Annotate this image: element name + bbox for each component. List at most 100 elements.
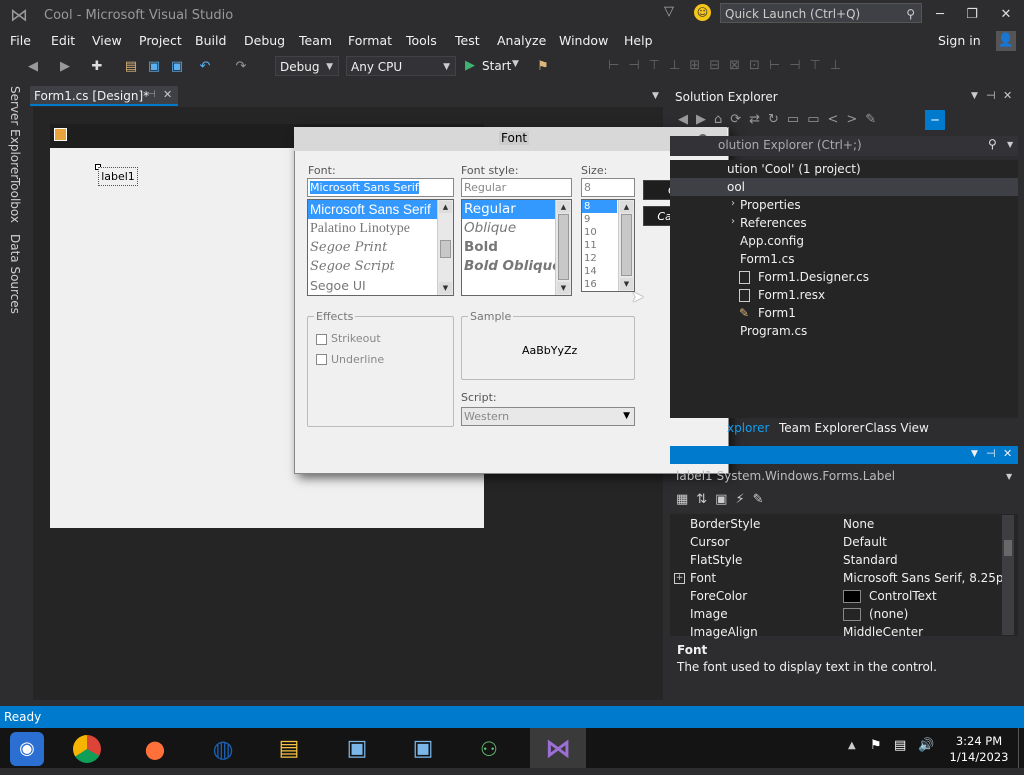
forward-icon[interactable]: ▶ bbox=[56, 58, 74, 76]
size-item[interactable]: 8 bbox=[582, 200, 617, 213]
prop-value-image[interactable]: (none) bbox=[869, 607, 908, 621]
underline-checkbox[interactable] bbox=[316, 354, 327, 365]
tab-form1-design[interactable]: Form1.cs [Design]* bbox=[30, 86, 178, 106]
tab-class-view[interactable]: Class View bbox=[865, 421, 929, 435]
sign-in-link[interactable]: Sign in bbox=[938, 33, 981, 48]
restore-button[interactable]: ❐ bbox=[960, 5, 984, 25]
property-grid-scrollbar[interactable] bbox=[1002, 515, 1014, 635]
configuration-dropdown[interactable]: Debug ▼ bbox=[275, 56, 339, 76]
scroll-thumb[interactable] bbox=[440, 240, 451, 258]
media-app-icon[interactable]: ◉ bbox=[10, 732, 44, 766]
tree-item-form1-class[interactable]: Form1 bbox=[758, 306, 796, 320]
data-sources-tab[interactable]: Data Sources bbox=[8, 234, 22, 314]
menu-view[interactable]: View bbox=[92, 33, 122, 48]
account-icon[interactable]: 👤 bbox=[996, 31, 1016, 51]
show-hidden-icons-icon[interactable]: ▲ bbox=[848, 740, 856, 751]
firefox-icon[interactable]: ● bbox=[138, 732, 172, 766]
toolbox-tab[interactable]: Toolbox bbox=[8, 178, 22, 223]
properties-object-selector[interactable]: label1 System.Windows.Forms.Label bbox=[676, 469, 895, 483]
search-options-icon[interactable]: ▼ bbox=[1007, 140, 1013, 149]
font-list[interactable]: Microsoft Sans Serif Palatino Linotype S… bbox=[307, 199, 454, 296]
network-icon[interactable]: ▤ bbox=[894, 738, 906, 753]
font-item-microsoft-sans-serif[interactable]: Microsoft Sans Serif bbox=[308, 200, 453, 219]
network-app-icon[interactable]: ▣ bbox=[340, 732, 374, 766]
expand-icon[interactable]: + bbox=[674, 573, 685, 584]
menu-edit[interactable]: Edit bbox=[51, 33, 75, 48]
volume-icon[interactable]: 🔊 bbox=[918, 738, 934, 753]
menu-build[interactable]: Build bbox=[195, 33, 226, 48]
font-style-list[interactable]: Regular Oblique Bold Bold Oblique ▲ ▼ bbox=[461, 199, 572, 296]
filter-icon[interactable]: ▽ bbox=[664, 4, 674, 19]
show-desktop-button[interactable] bbox=[1018, 728, 1024, 768]
network-app-2-icon[interactable]: ▣ bbox=[406, 732, 440, 766]
scroll-up-icon[interactable]: ▲ bbox=[557, 201, 570, 213]
tree-item-form1-designer[interactable]: Form1.Designer.cs bbox=[758, 270, 869, 284]
close-tab-icon[interactable]: ✕ bbox=[163, 88, 172, 101]
chrome-icon[interactable] bbox=[70, 732, 104, 766]
taskbar-clock[interactable]: 3:24 PM 1/14/2023 bbox=[942, 733, 1016, 765]
menu-help[interactable]: Help bbox=[624, 33, 653, 48]
close-panel-icon[interactable]: ✕ bbox=[1003, 447, 1012, 460]
tree-item-program-cs[interactable]: Program.cs bbox=[740, 324, 807, 338]
close-panel-icon[interactable]: ✕ bbox=[1003, 89, 1012, 102]
panel-menu-icon[interactable]: ▼ bbox=[971, 91, 978, 101]
menu-file[interactable]: File bbox=[10, 33, 31, 48]
scroll-thumb[interactable] bbox=[558, 214, 569, 280]
font-list-scrollbar[interactable]: ▲ ▼ bbox=[437, 200, 453, 295]
file-explorer-icon[interactable]: ▤ bbox=[272, 732, 306, 766]
globe-app-icon[interactable]: ◍ bbox=[206, 732, 240, 766]
menu-debug[interactable]: Debug bbox=[244, 33, 285, 48]
prop-value-imagealign[interactable]: MiddleCenter bbox=[843, 625, 923, 639]
menu-test[interactable]: Test bbox=[455, 33, 480, 48]
visual-studio-taskbar-icon[interactable]: ⋈ bbox=[541, 732, 575, 766]
menu-window[interactable]: Window bbox=[559, 33, 608, 48]
save-all-icon[interactable]: ▣ bbox=[168, 58, 186, 76]
scroll-up-icon[interactable]: ▲ bbox=[620, 201, 633, 213]
tree-item-references[interactable]: References bbox=[740, 216, 807, 230]
tree-item-app-config[interactable]: App.config bbox=[740, 234, 804, 248]
tree-item-properties[interactable]: Properties bbox=[740, 198, 801, 212]
server-explorer-tab[interactable]: Server Explorer bbox=[8, 86, 22, 179]
tab-solution-explorer[interactable]: xplorer bbox=[727, 421, 769, 435]
back-icon[interactable]: ◀ bbox=[24, 58, 42, 76]
style-list-scrollbar[interactable]: ▲ ▼ bbox=[555, 200, 571, 295]
tree-item-form1-cs[interactable]: Form1.cs bbox=[740, 252, 795, 266]
script-dropdown[interactable]: Western ▼ bbox=[461, 407, 635, 426]
start-button[interactable]: Start bbox=[482, 59, 511, 73]
scroll-thumb[interactable] bbox=[621, 214, 632, 276]
prop-value-cursor[interactable]: Default bbox=[843, 535, 887, 549]
quick-launch-input[interactable]: Quick Launch (Ctrl+Q) ⚲ bbox=[720, 3, 922, 23]
properties-toggle-icon[interactable]: ─ bbox=[925, 110, 945, 130]
prop-value-font[interactable]: Microsoft Sans Serif, 8.25pt bbox=[843, 571, 1008, 585]
scroll-down-icon[interactable]: ▼ bbox=[439, 282, 452, 294]
font-name-input[interactable]: Microsoft Sans Serif bbox=[307, 178, 454, 197]
feedback-smiley-icon[interactable]: ☺ bbox=[694, 4, 711, 21]
scroll-up-icon[interactable]: ▲ bbox=[439, 201, 452, 213]
prop-value-flatstyle[interactable]: Standard bbox=[843, 553, 898, 567]
start-play-icon[interactable]: ▶ bbox=[465, 58, 475, 73]
save-icon[interactable]: ▣ bbox=[145, 58, 163, 76]
pin-icon[interactable]: ⊣ bbox=[986, 89, 996, 102]
label1-control[interactable]: label1 bbox=[98, 167, 138, 186]
font-item-segoe-ui[interactable]: Segoe UI bbox=[308, 276, 453, 295]
start-dropdown-icon[interactable]: ▼ bbox=[512, 59, 519, 69]
open-file-icon[interactable]: ▤ bbox=[122, 58, 140, 76]
font-item-segoe-print[interactable]: Segoe Print bbox=[308, 238, 453, 257]
menu-project[interactable]: Project bbox=[139, 33, 182, 48]
menu-analyze[interactable]: Analyze bbox=[497, 33, 546, 48]
tree-item-solution[interactable]: ution 'Cool' (1 project) bbox=[727, 162, 861, 176]
users-app-icon[interactable]: ⚇ bbox=[472, 732, 506, 766]
tab-team-explorer[interactable]: Team Explorer bbox=[779, 421, 865, 435]
browser-link-icon[interactable]: ⚑ bbox=[534, 58, 552, 76]
tree-item-form1-resx[interactable]: Form1.resx bbox=[758, 288, 825, 302]
search-icon[interactable]: ⚲ bbox=[988, 137, 997, 151]
panel-menu-icon[interactable]: ▼ bbox=[971, 449, 978, 459]
minimize-button[interactable]: ─ bbox=[928, 5, 952, 25]
size-input[interactable]: 8 bbox=[581, 178, 635, 197]
menu-team[interactable]: Team bbox=[299, 33, 332, 48]
prop-value-forecolor[interactable]: ControlText bbox=[869, 589, 937, 603]
size-list[interactable]: 8 9 10 11 12 14 16 ▲ ▼ bbox=[581, 199, 635, 292]
font-item-segoe-script[interactable]: Segoe Script bbox=[308, 257, 453, 276]
scroll-thumb[interactable] bbox=[1004, 540, 1012, 556]
new-project-icon[interactable]: ✚ bbox=[88, 58, 106, 76]
